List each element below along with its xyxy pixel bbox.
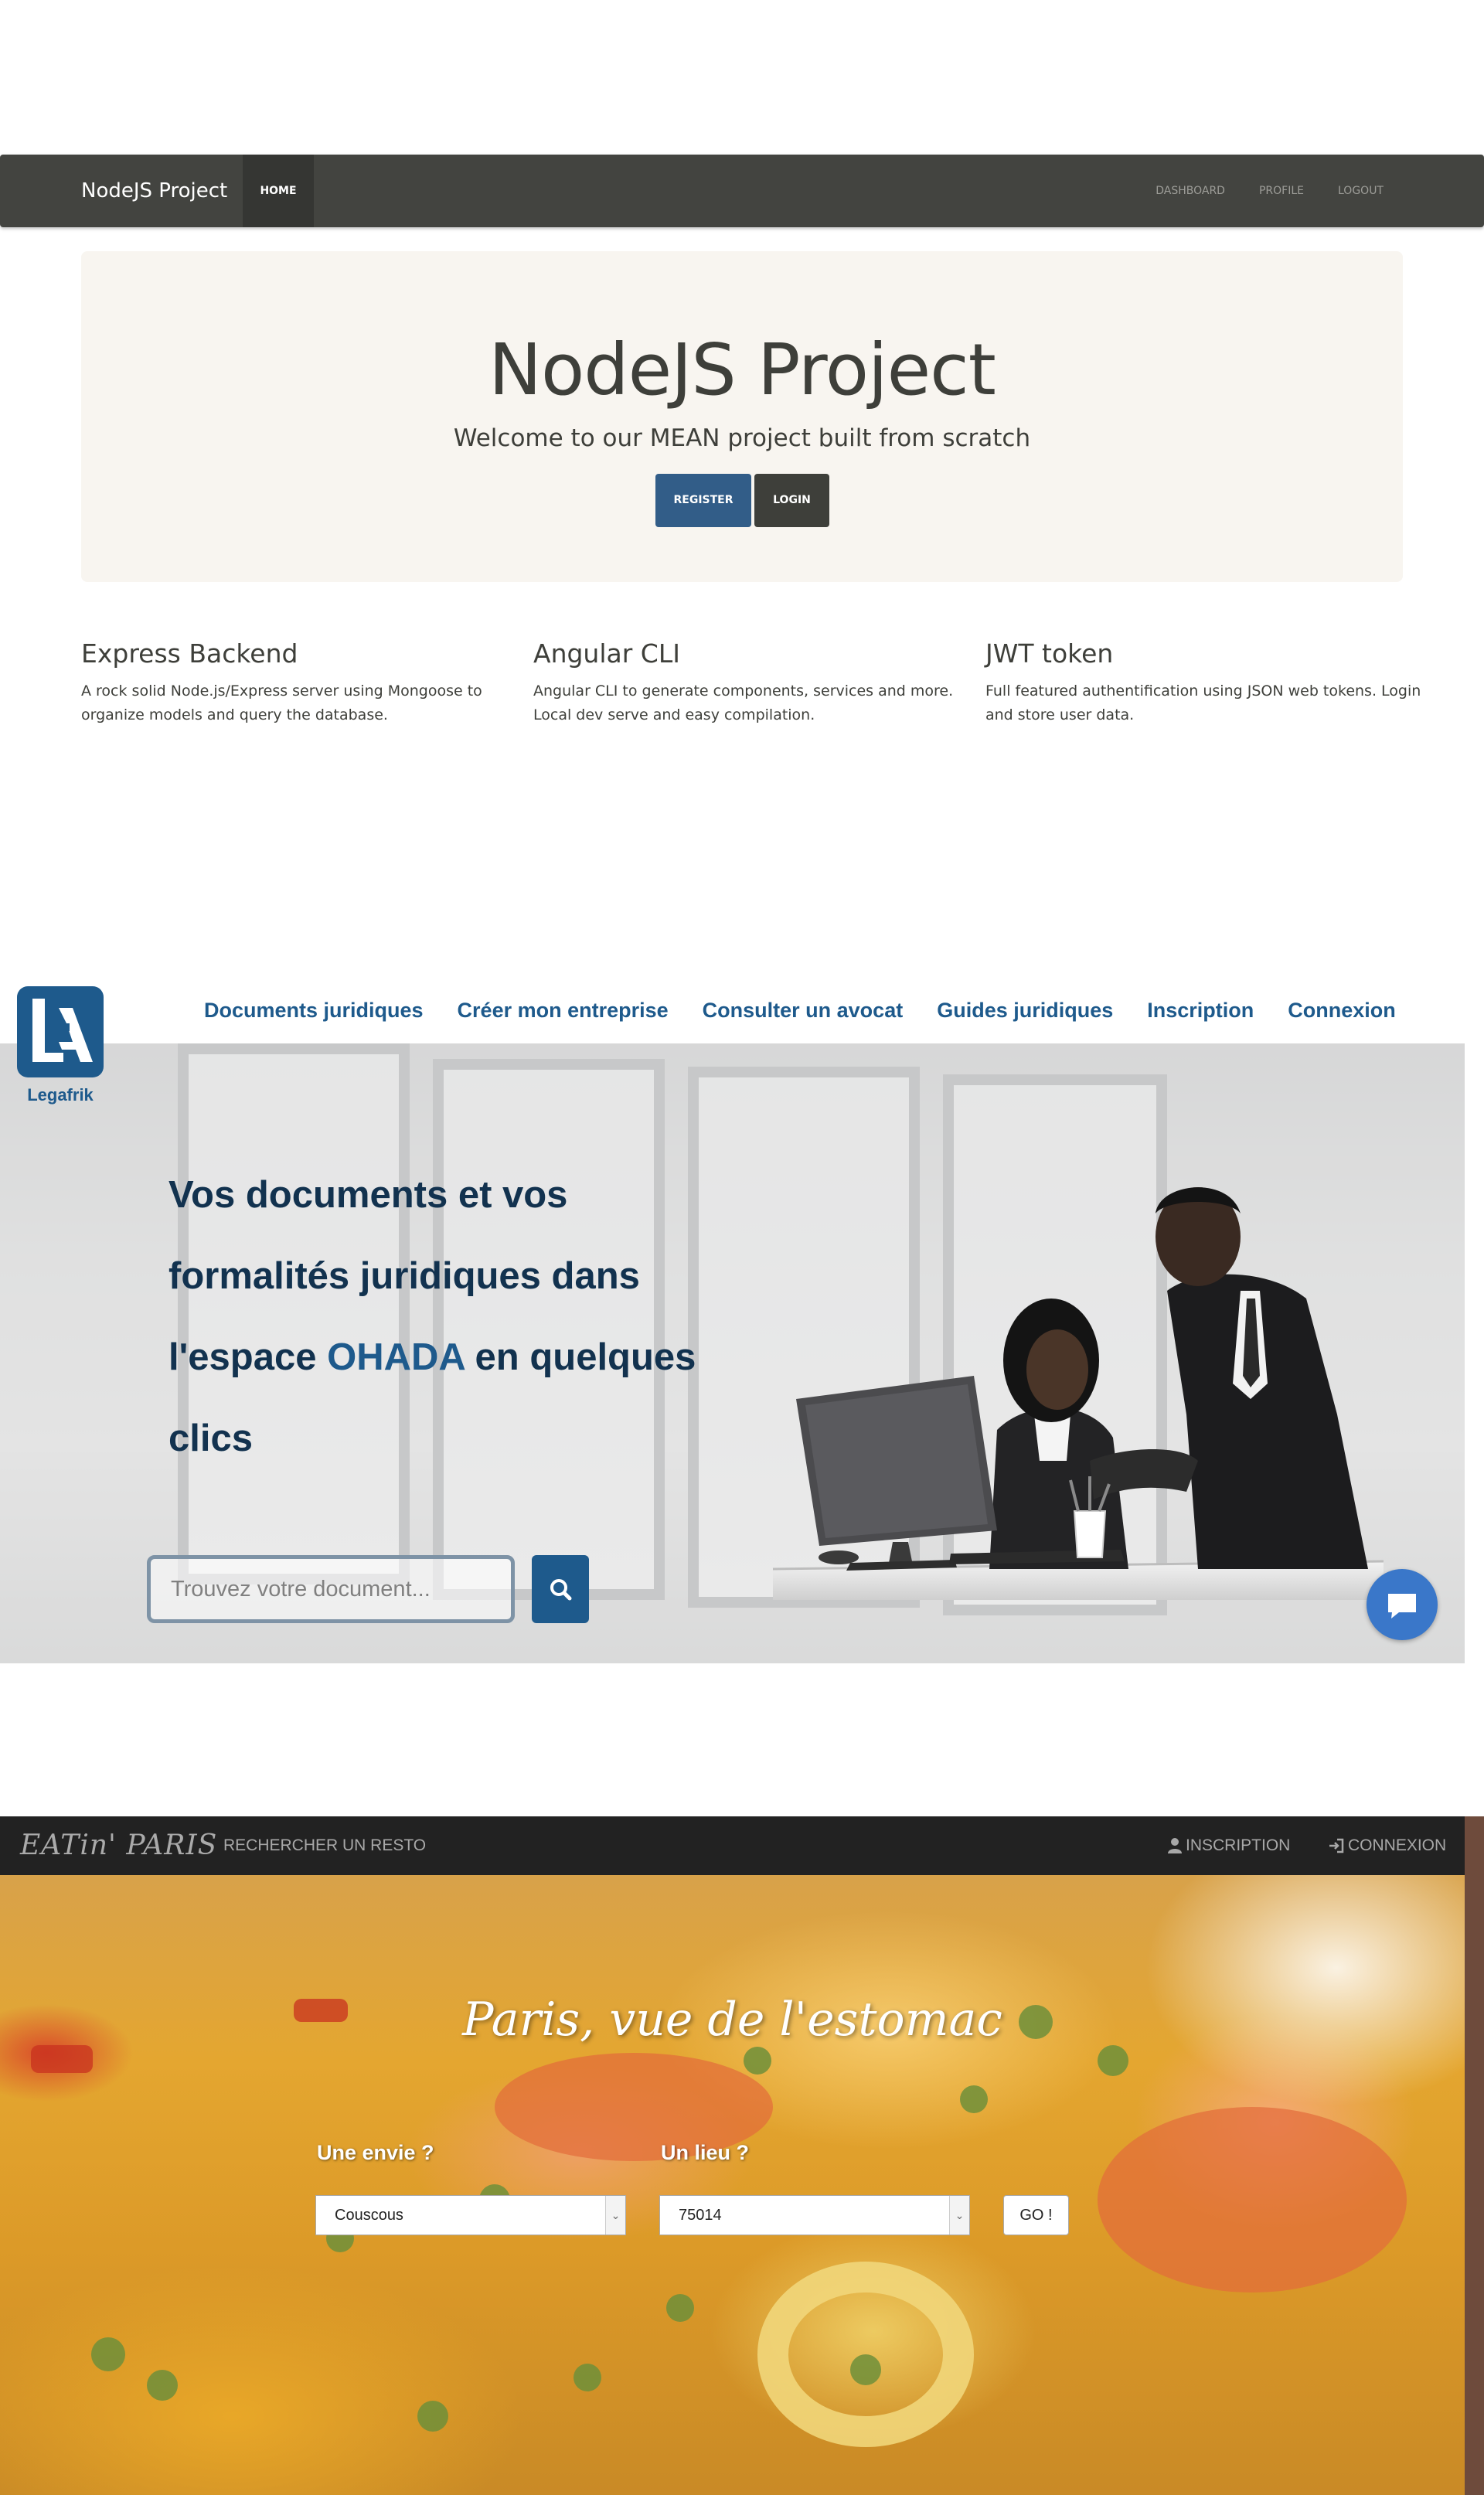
eatin-navbar: EATin' PARIS RECHERCHER UN RESTO INSCRIP… <box>0 1816 1465 1875</box>
feature-angular: Angular CLI Angular CLI to generate comp… <box>533 638 974 727</box>
headline-text: l'espace <box>168 1336 328 1378</box>
place-label: Un lieu ? <box>661 2141 749 2164</box>
go-button[interactable]: GO ! <box>1003 2195 1069 2235</box>
nav-dashboard-link[interactable]: DASHBOARD <box>1156 185 1225 197</box>
eatin-tagline: Paris, vue de l'estomac <box>462 1993 1002 2047</box>
headline-text: en quelques <box>464 1336 696 1378</box>
business-people-illustration <box>772 1187 1384 1600</box>
nodejs-jumbotron: NodeJS Project Welcome to our MEAN proje… <box>81 251 1403 582</box>
craving-selected-value: Couscous <box>335 2207 403 2224</box>
nodejs-brand[interactable]: NodeJS Project <box>81 155 227 227</box>
headline-line: clics <box>168 1418 253 1459</box>
user-icon <box>1168 1838 1182 1853</box>
headline-line: formalités juridiques dans <box>168 1255 640 1297</box>
nav-inscription[interactable]: Inscription <box>1147 999 1254 1023</box>
feature-title: Angular CLI <box>533 638 680 669</box>
chat-icon <box>1388 1594 1416 1619</box>
feature-text: A rock solid Node.js/Express server usin… <box>81 682 482 723</box>
feature-express: Express Backend A rock solid Node.js/Exp… <box>81 638 522 727</box>
chevron-down-icon: ⌄ <box>605 2196 625 2235</box>
food-texture <box>31 1999 1407 2447</box>
headline-line: l'espace OHADA en quelques <box>168 1317 756 1398</box>
craving-label: Une envie ? <box>317 2141 434 2164</box>
place-select[interactable]: 75014 ⌄ <box>659 2195 970 2235</box>
nodejs-navbar: NodeJS Project HOME DASHBOARD PROFILE LO… <box>0 155 1484 227</box>
search-button[interactable] <box>532 1555 589 1623</box>
eatin-brand[interactable]: EATin' PARIS <box>20 1816 217 1875</box>
right-edge-strip <box>1465 1816 1484 2495</box>
chat-widget-button[interactable] <box>1367 1569 1438 1640</box>
jumbotron-title: NodeJS Project <box>488 328 996 411</box>
place-selected-value: 75014 <box>679 2207 722 2224</box>
nav-consulter-avocat[interactable]: Consulter un avocat <box>703 999 904 1023</box>
feature-jwt: JWT token Full featured authentification… <box>985 638 1426 727</box>
legafrik-logo[interactable]: Legafrik <box>15 985 107 1108</box>
nav-documents-juridiques[interactable]: Documents juridiques <box>204 999 424 1023</box>
sign-in-icon <box>1329 1838 1344 1853</box>
search-icon <box>550 1579 572 1601</box>
nav-connexion-label: CONNEXION <box>1348 1836 1447 1854</box>
feature-text: Angular CLI to generate components, serv… <box>533 682 954 723</box>
headline-highlight: OHADA <box>327 1336 465 1378</box>
login-button[interactable]: LOGIN <box>754 474 829 527</box>
nav-search-restaurant[interactable]: RECHERCHER UN RESTO <box>223 1816 426 1875</box>
feature-title: Express Backend <box>81 638 298 669</box>
hero-headline: Vos documents et vos formalités juridiqu… <box>168 1155 756 1479</box>
nav-creer-entreprise[interactable]: Créer mon entreprise <box>458 999 669 1023</box>
nav-profile-link[interactable]: PROFILE <box>1259 185 1304 197</box>
headline-line: Vos documents et vos <box>168 1174 568 1216</box>
nav-connexion-link[interactable]: CONNEXION <box>1328 1816 1446 1875</box>
logo-wordmark: Legafrik <box>27 1085 94 1105</box>
nav-inscription-label: INSCRIPTION <box>1186 1836 1291 1854</box>
chevron-down-icon: ⌄ <box>949 2196 969 2235</box>
legafrik-nav: Documents juridiques Créer mon entrepris… <box>204 999 1396 1023</box>
nav-home-link[interactable]: HOME <box>243 155 314 227</box>
nav-logout-link[interactable]: LOGOUT <box>1338 185 1384 197</box>
nav-inscription-link[interactable]: INSCRIPTION <box>1167 1816 1290 1875</box>
register-button[interactable]: REGISTER <box>655 474 751 527</box>
nodejs-nav-right: DASHBOARD PROFILE LOGOUT <box>1156 155 1384 227</box>
jumbotron-subtitle: Welcome to our MEAN project built from s… <box>453 424 1031 452</box>
feature-text: Full featured authentification using JSO… <box>985 682 1421 723</box>
feature-title: JWT token <box>985 638 1114 669</box>
nav-connexion[interactable]: Connexion <box>1288 999 1396 1023</box>
craving-select[interactable]: Couscous ⌄ <box>315 2195 626 2235</box>
nav-guides-juridiques[interactable]: Guides juridiques <box>937 999 1113 1023</box>
document-search-input[interactable]: Trouvez votre document... <box>147 1555 515 1623</box>
